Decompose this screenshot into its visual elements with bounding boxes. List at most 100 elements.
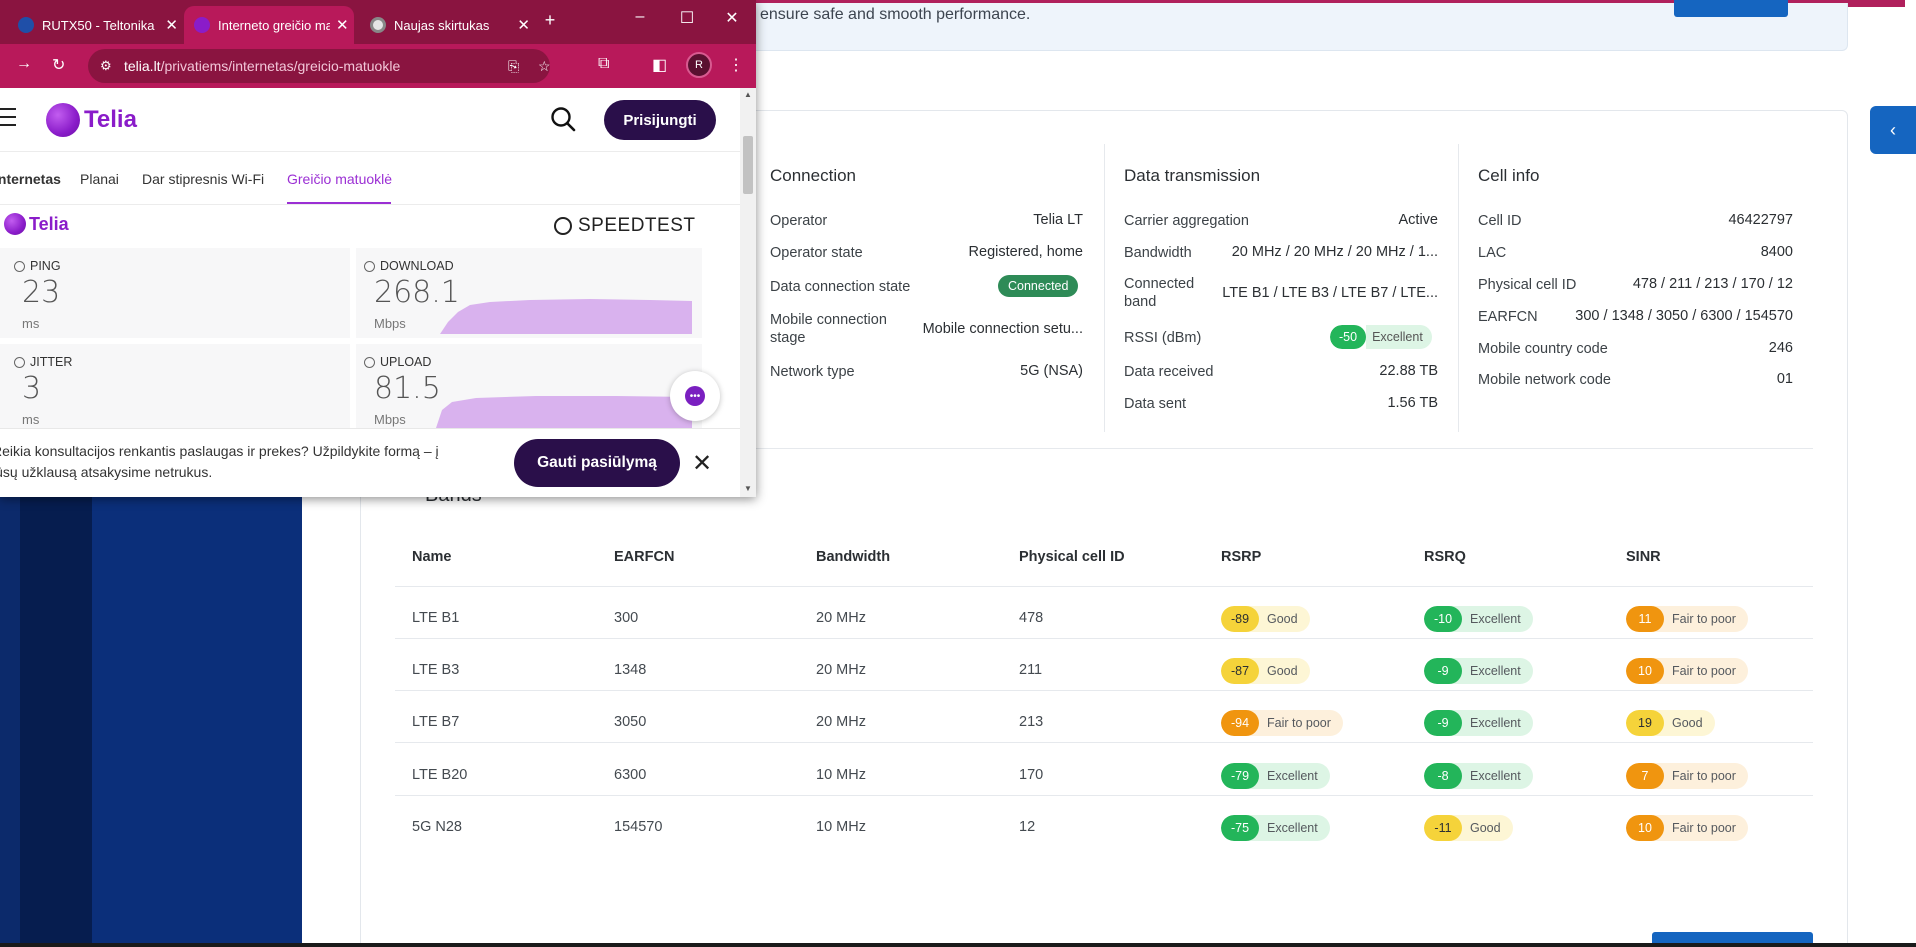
sinr-quality: Fair to poor xyxy=(1672,664,1736,678)
menu-icon[interactable]: ⋮ xyxy=(728,55,744,75)
sinr-value: 10 xyxy=(1626,658,1664,684)
nav-item-speedtest[interactable]: Greičio matuoklė xyxy=(287,171,392,187)
rsrp-badge: -87 Good xyxy=(1221,658,1310,684)
data-label: Data sent xyxy=(1124,396,1187,412)
profile-avatar[interactable]: R xyxy=(686,52,712,78)
install-app-icon[interactable]: ⎘ xyxy=(508,58,519,75)
column-header: EARFCN xyxy=(614,549,675,565)
chat-button[interactable]: ••• xyxy=(670,371,720,421)
bandwidth-cell: 20 MHz xyxy=(816,662,866,678)
jitter-icon xyxy=(14,356,25,368)
rssi-quality: Excellent xyxy=(1366,325,1432,349)
sinr-badge: 10 Fair to poor xyxy=(1626,815,1748,841)
table-row-divider xyxy=(395,638,1813,639)
scrollbar-thumb[interactable] xyxy=(743,136,753,194)
sinr-quality: Fair to poor xyxy=(1672,612,1736,626)
nav-item-wifi[interactable]: Dar stipresnis Wi-Fi xyxy=(142,171,264,187)
close-icon[interactable]: ✕ xyxy=(692,449,712,478)
bandwidth-cell: 20 MHz xyxy=(816,610,866,626)
telia-mark-icon xyxy=(46,103,80,137)
scroll-up-icon[interactable]: ▲ xyxy=(744,90,752,99)
column-divider xyxy=(1458,144,1459,432)
login-button[interactable]: Prisijungti xyxy=(604,100,716,140)
rsrp-badge: -79 Excellent xyxy=(1221,763,1330,789)
speedtest-header: Telia SPEEDTEST xyxy=(0,207,740,241)
band-name-cell: 5G N28 xyxy=(412,819,462,835)
nav-item-planai[interactable]: Planai xyxy=(80,171,119,187)
jitter-value: 3 xyxy=(22,371,42,406)
telia-wordmark: Telia xyxy=(84,106,137,133)
pci-cell: 12 xyxy=(1019,819,1036,835)
upload-label: UPLOAD xyxy=(364,355,431,369)
rsrq-badge: -9 Excellent xyxy=(1424,658,1533,684)
reload-icon[interactable]: ↻ xyxy=(52,55,65,75)
table-row-divider xyxy=(395,742,1813,743)
connection-label: Operator xyxy=(770,213,828,229)
connected-badge: Connected xyxy=(998,275,1079,297)
upload-label-text: UPLOAD xyxy=(380,355,432,369)
cell-label: Physical cell ID xyxy=(1478,277,1577,293)
consultation-banner: Reikia konsultacijos renkantis paslaugas… xyxy=(0,428,740,497)
earfcn-cell: 6300 xyxy=(614,767,647,783)
sinr-quality: Fair to poor xyxy=(1672,821,1736,835)
column-header: SINR xyxy=(1626,549,1661,565)
jitter-unit: ms xyxy=(22,412,40,427)
rsrp-quality: Good xyxy=(1267,612,1298,626)
upload-unit: Mbps xyxy=(374,412,406,427)
upload-graph xyxy=(436,396,692,428)
close-tab-icon[interactable]: ✕ xyxy=(165,16,178,34)
rsrq-badge: -11 Good xyxy=(1424,815,1513,841)
side-panel-icon[interactable]: ◧ xyxy=(652,55,667,75)
teltonika-favicon-icon xyxy=(18,17,34,33)
earfcn-cell: 154570 xyxy=(614,819,663,835)
hamburger-menu-icon[interactable] xyxy=(0,108,16,132)
site-info-icon[interactable]: ⚙ xyxy=(100,58,112,74)
ping-label: PING xyxy=(14,259,61,273)
table-row-divider xyxy=(395,690,1813,691)
ping-icon xyxy=(14,260,25,272)
extensions-icon[interactable]: ⧉ xyxy=(598,55,609,73)
search-icon[interactable] xyxy=(550,106,576,132)
cell-label: EARFCN xyxy=(1478,309,1538,325)
toolbar: → ↻ ⚙ telia.lt/privatiems/internetas/gre… xyxy=(0,44,756,88)
ping-unit: ms xyxy=(22,316,40,331)
maximize-icon[interactable]: ☐ xyxy=(667,8,707,28)
rsrq-quality: Good xyxy=(1470,821,1501,835)
table-row-divider xyxy=(395,795,1813,796)
rssi-value: -50 xyxy=(1330,325,1367,349)
new-tab-icon[interactable]: + xyxy=(530,10,570,31)
mnc-value: 01 xyxy=(1776,371,1793,387)
bookmark-star-icon[interactable]: ☆ xyxy=(538,58,551,75)
telia-small-logo: Telia xyxy=(4,213,69,235)
cell-label: LAC xyxy=(1478,245,1507,261)
tab-rutx50[interactable]: RUTX50 - Teltonika Networks ✕ xyxy=(0,6,178,44)
rsrp-quality: Excellent xyxy=(1267,821,1318,835)
gauge-icon xyxy=(554,217,572,235)
close-tab-icon[interactable]: ✕ xyxy=(517,16,530,34)
close-window-icon[interactable]: ✕ xyxy=(712,8,752,28)
column-header: RSRP xyxy=(1221,549,1262,565)
column-header: RSRQ xyxy=(1424,549,1466,565)
minimize-icon[interactable]: – xyxy=(620,8,660,26)
close-tab-icon[interactable]: ✕ xyxy=(336,16,349,34)
rsrq-value: -9 xyxy=(1424,710,1462,736)
cell-info-title: Cell info xyxy=(1478,166,1540,185)
tab-speedtest[interactable]: Interneto greičio matuoklė ✕ xyxy=(184,6,354,44)
pci-cell: 213 xyxy=(1019,714,1044,730)
scroll-down-icon[interactable]: ▼ xyxy=(744,484,752,493)
address-bar[interactable]: ⚙ telia.lt/privatiems/internetas/greicio… xyxy=(88,49,551,83)
tab-new[interactable]: Naujas skirtukas ✕ xyxy=(360,6,530,44)
page-scrollbar[interactable]: ▲ ▼ xyxy=(740,88,756,497)
notice-button[interactable] xyxy=(1674,0,1788,17)
sinr-value: 11 xyxy=(1626,606,1664,632)
download-unit: Mbps xyxy=(374,316,406,331)
sidebar-toggle-button[interactable]: ‹ xyxy=(1870,106,1916,154)
telia-logo[interactable]: Telia xyxy=(46,103,137,137)
forward-icon[interactable]: → xyxy=(16,55,32,73)
ping-value: 23 xyxy=(22,275,61,310)
nav-item-internetas[interactable]: Internetas xyxy=(0,171,61,187)
rsrq-value: -11 xyxy=(1424,815,1462,841)
earfcn-cell: 3050 xyxy=(614,714,647,730)
get-offer-button[interactable]: Gauti pasiūlymą xyxy=(514,439,680,487)
rsrq-quality: Excellent xyxy=(1470,664,1521,678)
